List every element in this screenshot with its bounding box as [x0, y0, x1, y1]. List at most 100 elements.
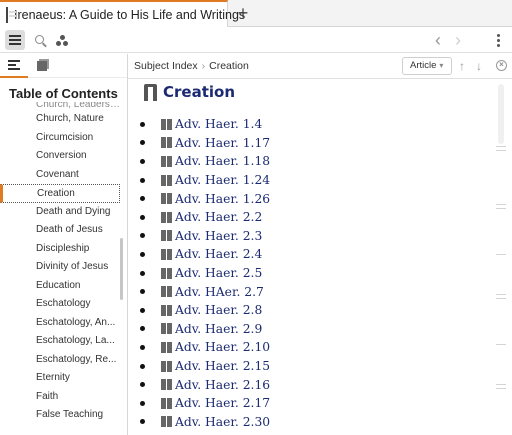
reference-link[interactable]: Adv. Haer. 1.24 [175, 173, 270, 187]
bullet-icon [140, 400, 145, 406]
toc-item[interactable]: Circumcision [0, 129, 120, 148]
back-button[interactable]: ‹ [428, 30, 448, 50]
breadcrumb-current[interactable]: Creation [209, 60, 249, 72]
bullet-icon [140, 251, 145, 257]
bullet-icon [140, 289, 145, 295]
close-pane-button[interactable]: × [496, 60, 507, 71]
forward-button[interactable]: › [448, 30, 468, 50]
toc-item[interactable]: Creation [0, 184, 120, 203]
reference-link[interactable]: Adv. Haer. 2.4 [175, 247, 262, 261]
list-item: Adv. Haer. 2.9 [140, 320, 270, 339]
book-icon [161, 379, 173, 391]
tab-table-of-contents[interactable] [0, 54, 28, 78]
toc-item[interactable]: Covenant [0, 166, 120, 185]
bullet-icon [140, 419, 145, 425]
toc-item[interactable]: Church, Leadership [0, 102, 120, 110]
book-icon [161, 341, 173, 353]
reference-link[interactable]: Adv. Haer. 2.3 [175, 229, 262, 243]
toc-item[interactable]: Eschatology, An... [0, 314, 120, 333]
more-options-button[interactable] [488, 30, 508, 50]
reference-link[interactable]: Adv. Haer. 2.15 [175, 359, 270, 373]
book-icon [161, 304, 173, 316]
list-item: Adv. Haer. 2.4 [140, 245, 270, 264]
scroll-thumb[interactable] [498, 84, 504, 144]
toc-item[interactable]: Eschatology, La... [0, 332, 120, 351]
article-pane: Subject Index › Creation Article ▾ ↑ ↓ × Cr… [128, 54, 512, 435]
list-item: Adv. Haer. 1.26 [140, 189, 270, 208]
reference-link[interactable]: Adv. Haer. 2.16 [175, 378, 270, 392]
list-item: Adv. Haer. 2.16 [140, 375, 270, 394]
toc-item[interactable]: Discipleship [0, 240, 120, 259]
search-button[interactable] [30, 30, 50, 50]
book-icon [161, 230, 173, 242]
toc-panel: Table of Contents Church, Leadership Chur… [0, 54, 128, 435]
breadcrumb: Subject Index › Creation [134, 60, 249, 72]
book-icon [161, 323, 173, 335]
tab-title: Irenaeus: A Guide to His Life and Writin… [14, 7, 246, 22]
reference-link[interactable]: Adv. Haer. 1.4 [175, 117, 262, 131]
toc-item[interactable]: Conversion [0, 147, 120, 166]
list-item: Adv. Haer. 2.5 [140, 264, 270, 283]
reference-link[interactable]: Adv. Haer. 2.9 [175, 322, 262, 336]
bullet-icon [140, 121, 145, 127]
document-tab[interactable]: Irenaeus: A Guide to His Life and Writin… [0, 0, 245, 27]
visual-filter-button[interactable] [52, 30, 72, 50]
book-icon [161, 360, 173, 372]
toc-item[interactable]: Eternity [0, 369, 120, 388]
toc-scrollbar[interactable] [120, 238, 123, 300]
article-heading: Creation [144, 83, 235, 101]
reference-link[interactable]: Adv. Haer. 1.18 [175, 154, 270, 168]
reference-link[interactable]: Adv. Haer. 2.17 [175, 396, 270, 410]
toc-item[interactable]: Eschatology, Re... [0, 351, 120, 370]
toc-list: Church, Leadership Church, Nature Circumci… [0, 102, 120, 435]
bullet-icon [140, 158, 145, 164]
bullet-icon [140, 196, 145, 202]
menu-button[interactable] [5, 30, 25, 50]
view-mode-dropdown[interactable]: Article ▾ [402, 57, 452, 75]
reference-link[interactable]: Adv. Haer. 2.30 [175, 415, 270, 429]
breadcrumb-parent[interactable]: Subject Index [134, 60, 198, 72]
reference-link[interactable]: Adv. Haer. 1.17 [175, 136, 270, 150]
bullet-icon [140, 233, 145, 239]
chevron-down-icon: ▾ [439, 61, 444, 70]
toc-title: Table of Contents [9, 86, 118, 101]
tab-pages[interactable] [28, 54, 56, 78]
more-vertical-icon [496, 38, 500, 42]
book-cover-icon [6, 6, 16, 23]
previous-article-button[interactable]: ↑ [456, 59, 468, 73]
article-content: Creation Adv. Haer. 1.4 Adv. Haer. 1.17 Ad… [128, 79, 488, 435]
toc-item[interactable]: False Teaching [0, 406, 120, 425]
next-article-button[interactable]: ↓ [473, 59, 485, 73]
toc-item[interactable]: Church, Nature [0, 110, 120, 129]
article-scrollbar[interactable] [494, 84, 508, 429]
book-icon [161, 286, 173, 298]
bullet-icon [140, 326, 145, 332]
list-item: Adv. Haer. 2.2 [140, 208, 270, 227]
toc-item[interactable]: Death of Jesus [0, 221, 120, 240]
view-mode-label: Article [410, 60, 437, 71]
book-icon [161, 416, 173, 428]
reference-link[interactable]: Adv. Haer. 2.2 [175, 210, 262, 224]
toc-item[interactable]: Divinity of Jesus [0, 258, 120, 277]
list-item: Adv. HAer. 2.7 [140, 282, 270, 301]
list-item: Adv. Haer. 1.17 [140, 134, 270, 153]
reference-link[interactable]: Adv. Haer. 2.5 [175, 266, 262, 280]
list-icon [8, 60, 20, 70]
toc-item[interactable]: Eschatology [0, 295, 120, 314]
list-item: Adv. Haer. 2.30 [140, 413, 270, 432]
bullet-icon [140, 140, 145, 146]
reference-link[interactable]: Adv. Haer. 1.26 [175, 192, 270, 206]
new-tab-button[interactable]: + [233, 3, 253, 23]
reference-link[interactable]: Adv. HAer. 2.7 [175, 285, 264, 299]
toc-item[interactable]: Faith [0, 388, 120, 407]
book-icon [161, 211, 173, 223]
reference-link[interactable]: Adv. Haer. 2.8 [175, 303, 262, 317]
book-icon [161, 193, 173, 205]
toc-item[interactable]: Death and Dying [0, 203, 120, 222]
reference-link[interactable]: Adv. Haer. 2.10 [175, 340, 270, 354]
toc-item[interactable]: Education [0, 277, 120, 296]
tab-bar: Irenaeus: A Guide to His Life and Writin… [0, 0, 512, 27]
search-icon [34, 34, 44, 44]
bullet-icon [140, 270, 145, 276]
pages-icon [37, 61, 47, 71]
